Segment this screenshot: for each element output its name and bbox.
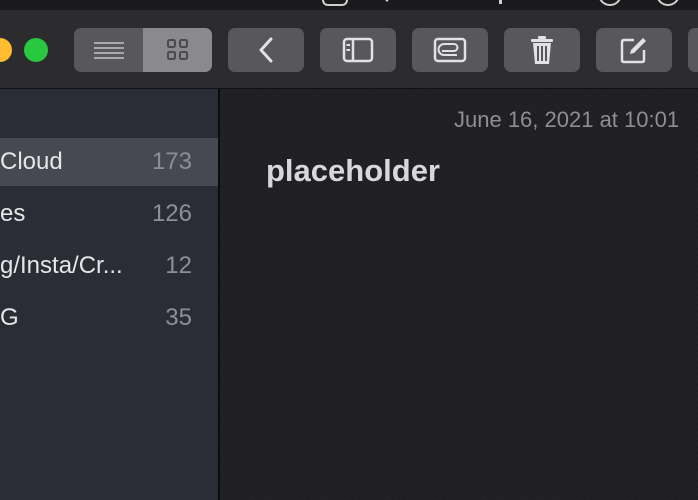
- notes-window: l Cloud 173 es 126 g/Insta/Cr... 12 G 35…: [0, 0, 698, 500]
- compose-icon: [620, 38, 646, 64]
- view-mode-toggle: [74, 28, 212, 72]
- dropdown-status-icon[interactable]: [378, 0, 396, 6]
- status-menu-icon[interactable]: [322, 0, 348, 6]
- note-editor[interactable]: June 16, 2021 at 10:01 placeholder: [220, 89, 698, 500]
- menu-bar: [0, 0, 698, 10]
- folder-count: 12: [165, 252, 192, 279]
- folder-label: Cloud: [0, 148, 63, 175]
- minimize-button[interactable]: [0, 38, 12, 62]
- delete-button[interactable]: [504, 28, 580, 72]
- folder-label: es: [0, 200, 26, 227]
- sidebar-icon: [342, 37, 374, 63]
- note-date: June 16, 2021 at 10:01: [454, 107, 680, 132]
- folder-item-insta[interactable]: g/Insta/Cr... 12: [0, 242, 218, 290]
- status-indicator-icon[interactable]: [494, 0, 508, 6]
- folder-count: 173: [151, 148, 192, 175]
- attachments-button[interactable]: [412, 28, 488, 72]
- chevron-left-icon: [259, 37, 273, 63]
- note-title[interactable]: placeholder: [266, 153, 440, 189]
- folder-label: G: [0, 304, 19, 331]
- toolbar: [0, 10, 698, 89]
- folder-item-g[interactable]: G 35: [0, 294, 218, 342]
- zoom-button[interactable]: [24, 38, 48, 62]
- folder-item-notes[interactable]: es 126: [0, 190, 218, 238]
- back-button[interactable]: [228, 28, 304, 72]
- folder-item-icloud[interactable]: Cloud 173: [0, 138, 218, 186]
- circle-status-icon-2[interactable]: [656, 0, 680, 6]
- toggle-sidebar-button[interactable]: [320, 28, 396, 72]
- gallery-view-button[interactable]: [143, 28, 212, 72]
- circle-status-icon[interactable]: [598, 0, 622, 6]
- toolbar-button-overflow[interactable]: [688, 28, 698, 72]
- new-note-button[interactable]: [596, 28, 672, 72]
- grid-icon: [166, 39, 188, 60]
- list-view-button[interactable]: [74, 28, 143, 72]
- folder-sidebar: l Cloud 173 es 126 g/Insta/Cr... 12 G 35: [0, 89, 220, 500]
- folder-label: g/Insta/Cr...: [0, 252, 123, 279]
- folder-count: 126: [151, 200, 192, 227]
- attachment-icon: [433, 37, 467, 63]
- folder-count: 35: [165, 304, 192, 331]
- list-icon: [93, 42, 124, 59]
- trash-icon: [531, 36, 553, 64]
